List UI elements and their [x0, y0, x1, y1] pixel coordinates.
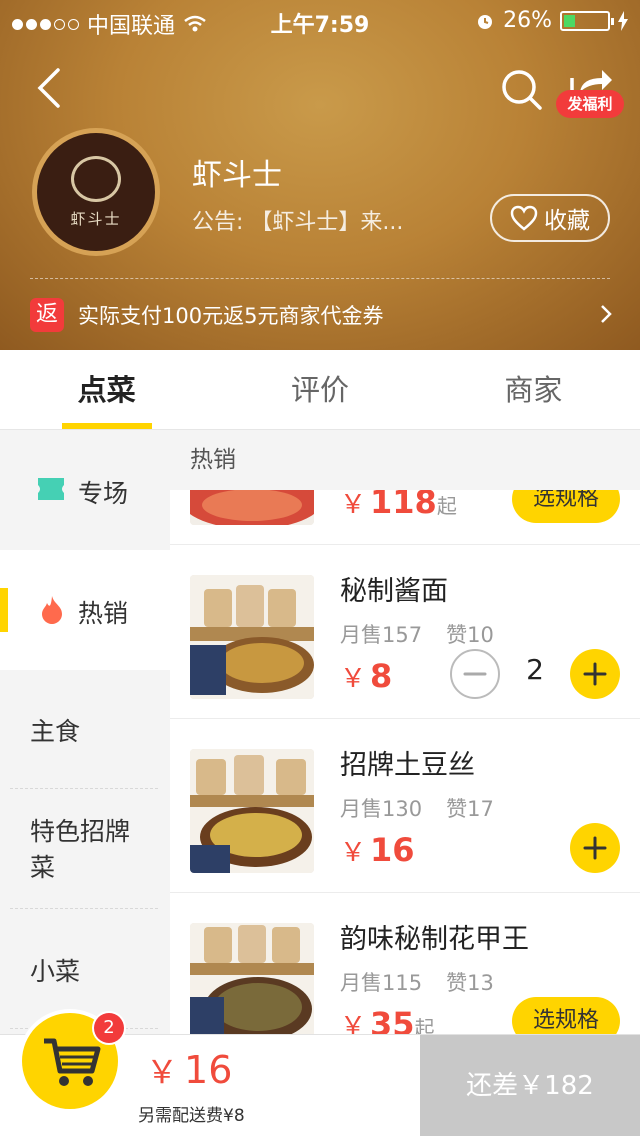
add-to-cart-button[interactable]	[570, 823, 620, 873]
flame-icon	[42, 596, 62, 624]
promo-text: 实际支付100元返5元商家代金券	[78, 304, 384, 328]
sidebar-item-label: 专场	[78, 479, 129, 508]
ticket-icon	[38, 478, 64, 500]
plus-icon	[583, 836, 607, 860]
alarm-icon	[478, 14, 493, 29]
sidebar-item-label: 主食	[30, 717, 81, 746]
dish-image	[190, 749, 314, 873]
cart-total: ￥ 16	[146, 1048, 233, 1092]
item-price: ￥ 35起	[340, 1005, 435, 1034]
battery-icon	[560, 10, 614, 31]
heart-icon	[510, 205, 538, 231]
status-right: 26%	[475, 8, 628, 33]
sidebar-item-special[interactable]: 专场	[0, 430, 170, 550]
minus-icon	[463, 672, 487, 676]
shrimp-logo-icon	[71, 155, 121, 202]
tab-order[interactable]: 点菜	[0, 350, 213, 429]
tab-bar: 点菜 评价 商家	[0, 350, 640, 430]
shop-logo: 虾斗士	[32, 128, 160, 256]
shop-name: 虾斗士	[192, 158, 282, 193]
sidebar-item-sides[interactable]: 小菜	[0, 910, 170, 1028]
favorite-button[interactable]: 收藏	[490, 194, 610, 242]
item-name: 韵味秘制花甲王	[340, 924, 529, 955]
sidebar-separator	[10, 908, 158, 909]
category-sidebar: 专场 热销 主食 特色招牌 菜 小菜	[0, 430, 170, 1034]
sidebar-item-label: 热销	[78, 599, 129, 628]
sidebar-item-staple[interactable]: 主食	[0, 670, 170, 788]
plus-icon	[583, 662, 607, 686]
sidebar-item-hot[interactable]: 热销	[0, 550, 170, 670]
list-item[interactable]: 招牌土豆丝 月售130 赞17 ￥ 16	[170, 719, 640, 893]
back-icon[interactable]	[30, 66, 70, 110]
item-quantity: 2	[526, 653, 544, 686]
cart-bar: 2 ￥ 16 另需配送费¥8 还差￥182	[0, 1013, 640, 1136]
menu-list[interactable]: 热销 ￥ 118起 选规格 秘制酱面 月售157 赞10 ￥ 8 2 招牌土豆丝…	[170, 430, 640, 1034]
shop-notice[interactable]: 公告: 【虾斗士】来...	[192, 204, 442, 236]
app-root: 中国联通 上午7:59 26% 发福利 虾斗士 虾斗士 公告: 【虾斗士】来..…	[0, 0, 640, 1136]
rebate-icon: 返	[30, 298, 64, 332]
dish-image	[190, 923, 314, 1034]
cart-count-badge: 2	[94, 1013, 124, 1043]
header-divider	[30, 278, 610, 279]
sidebar-separator	[10, 788, 158, 789]
tab-merchant[interactable]: 商家	[427, 350, 640, 429]
status-bar: 中国联通 上午7:59 26%	[0, 0, 640, 40]
item-name: 招牌土豆丝	[340, 750, 475, 781]
item-name: 秘制酱面	[340, 576, 448, 607]
checkout-button[interactable]: 还差￥182	[420, 1035, 640, 1136]
tab-underline	[62, 423, 152, 429]
logo-text: 虾斗士	[70, 209, 122, 228]
item-price: ￥ 16	[340, 831, 415, 869]
item-stats: 月售130 赞17	[340, 797, 494, 821]
tab-reviews[interactable]: 评价	[213, 350, 426, 429]
decrease-quantity-button[interactable]	[450, 649, 500, 699]
sidebar-item-label: 小菜	[30, 957, 81, 986]
promo-bar[interactable]: 返 实际支付100元返5元商家代金券	[30, 298, 614, 332]
delivery-fee-note: 另需配送费¥8	[138, 1106, 245, 1126]
item-stats: 月售115 赞13	[340, 971, 494, 995]
chevron-right-icon	[601, 305, 612, 323]
shop-header: 中国联通 上午7:59 26% 发福利 虾斗士 虾斗士 公告: 【虾斗士】来..…	[0, 0, 640, 350]
charging-icon	[618, 10, 628, 31]
search-icon[interactable]	[498, 66, 544, 112]
battery-percent: 26%	[503, 8, 552, 33]
sidebar-item-label: 特色招牌 菜	[30, 817, 131, 882]
sidebar-item-signature[interactable]: 特色招牌 菜	[0, 790, 170, 908]
dish-image	[190, 575, 314, 699]
item-price: ￥ 8	[340, 657, 393, 695]
favorite-label: 收藏	[544, 208, 590, 234]
add-to-cart-button[interactable]	[570, 649, 620, 699]
section-title: 热销	[170, 430, 640, 490]
list-item[interactable]: 韵味秘制花甲王 月售115 赞13 ￥ 35起 选规格	[170, 893, 640, 1034]
select-spec-button[interactable]: 选规格	[512, 997, 620, 1034]
fuli-badge[interactable]: 发福利	[556, 90, 624, 118]
item-stats: 月售157 赞10	[340, 623, 494, 647]
list-item[interactable]: 秘制酱面 月售157 赞10 ￥ 8 2	[170, 545, 640, 719]
active-indicator	[0, 588, 8, 632]
